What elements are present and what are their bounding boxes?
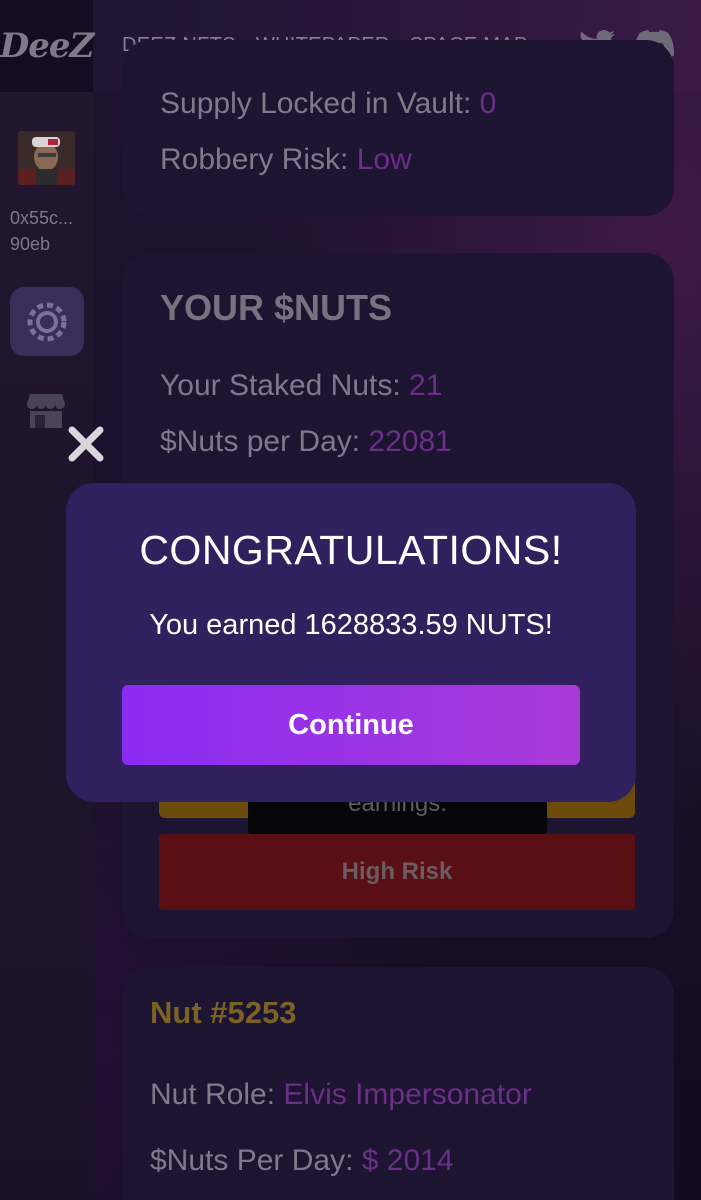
modal-message: You earned 1628833.59 NUTS! (149, 609, 553, 641)
congratulations-modal: CONGRATULATIONS! You earned 1628833.59 N… (66, 483, 636, 802)
sidebar-item-store[interactable] (27, 392, 65, 428)
chip-icon (27, 302, 67, 341)
nut-per-day-value: $ 2014 (361, 1144, 454, 1177)
nuts-per-day-value: 22081 (368, 425, 452, 458)
nut-per-day-label: $Nuts Per Day: (150, 1144, 362, 1177)
nuts-per-day-row: $Nuts per Day: 22081 (160, 425, 452, 459)
nuts-per-day-label: $Nuts per Day: (160, 425, 369, 458)
avatar[interactable] (18, 131, 75, 185)
staked-nuts-label: Your Staked Nuts: (160, 369, 410, 402)
robbery-risk-value: Low (356, 143, 412, 176)
supply-locked-value: 0 (479, 87, 497, 120)
robbery-risk-label: Robbery Risk: (160, 143, 357, 176)
wallet-address-line2: 90eb (10, 234, 51, 254)
nut-card: Nut #5253 Nut Role: Elvis Impersonator $… (122, 967, 674, 1200)
wallet-address-line1: 0x55c... (10, 208, 74, 228)
continue-button[interactable]: Continue (122, 685, 580, 765)
close-icon[interactable] (66, 424, 106, 464)
your-nuts-heading: YOUR $NUTS (160, 287, 393, 328)
nut-role-value: Elvis Impersonator (283, 1078, 532, 1111)
high-risk-button[interactable]: High Risk (159, 834, 635, 910)
robbery-risk-row: Robbery Risk: Low (160, 143, 412, 177)
supply-locked-row: Supply Locked in Vault: 0 (160, 87, 496, 121)
nut-role-label: Nut Role: (150, 1078, 284, 1111)
nut-per-day-row: $Nuts Per Day: $ 2014 (150, 1144, 454, 1178)
store-icon (27, 394, 65, 428)
modal-title: CONGRATULATIONS! (139, 527, 563, 573)
deez-logo[interactable]: DeeZ (0, 0, 94, 92)
staked-nuts-value: 21 (409, 369, 443, 402)
supply-locked-label: Supply Locked in Vault: (160, 87, 480, 120)
staked-nuts-row: Your Staked Nuts: 21 (160, 369, 442, 403)
nut-card-heading: Nut #5253 (150, 995, 297, 1030)
sidebar-item-staking[interactable] (10, 287, 84, 356)
nut-role-row: Nut Role: Elvis Impersonator (150, 1078, 532, 1112)
vault-card: Supply Locked in Vault: 0 Robbery Risk: … (122, 40, 674, 216)
wallet-address: 0x55c... 90eb (10, 205, 73, 257)
